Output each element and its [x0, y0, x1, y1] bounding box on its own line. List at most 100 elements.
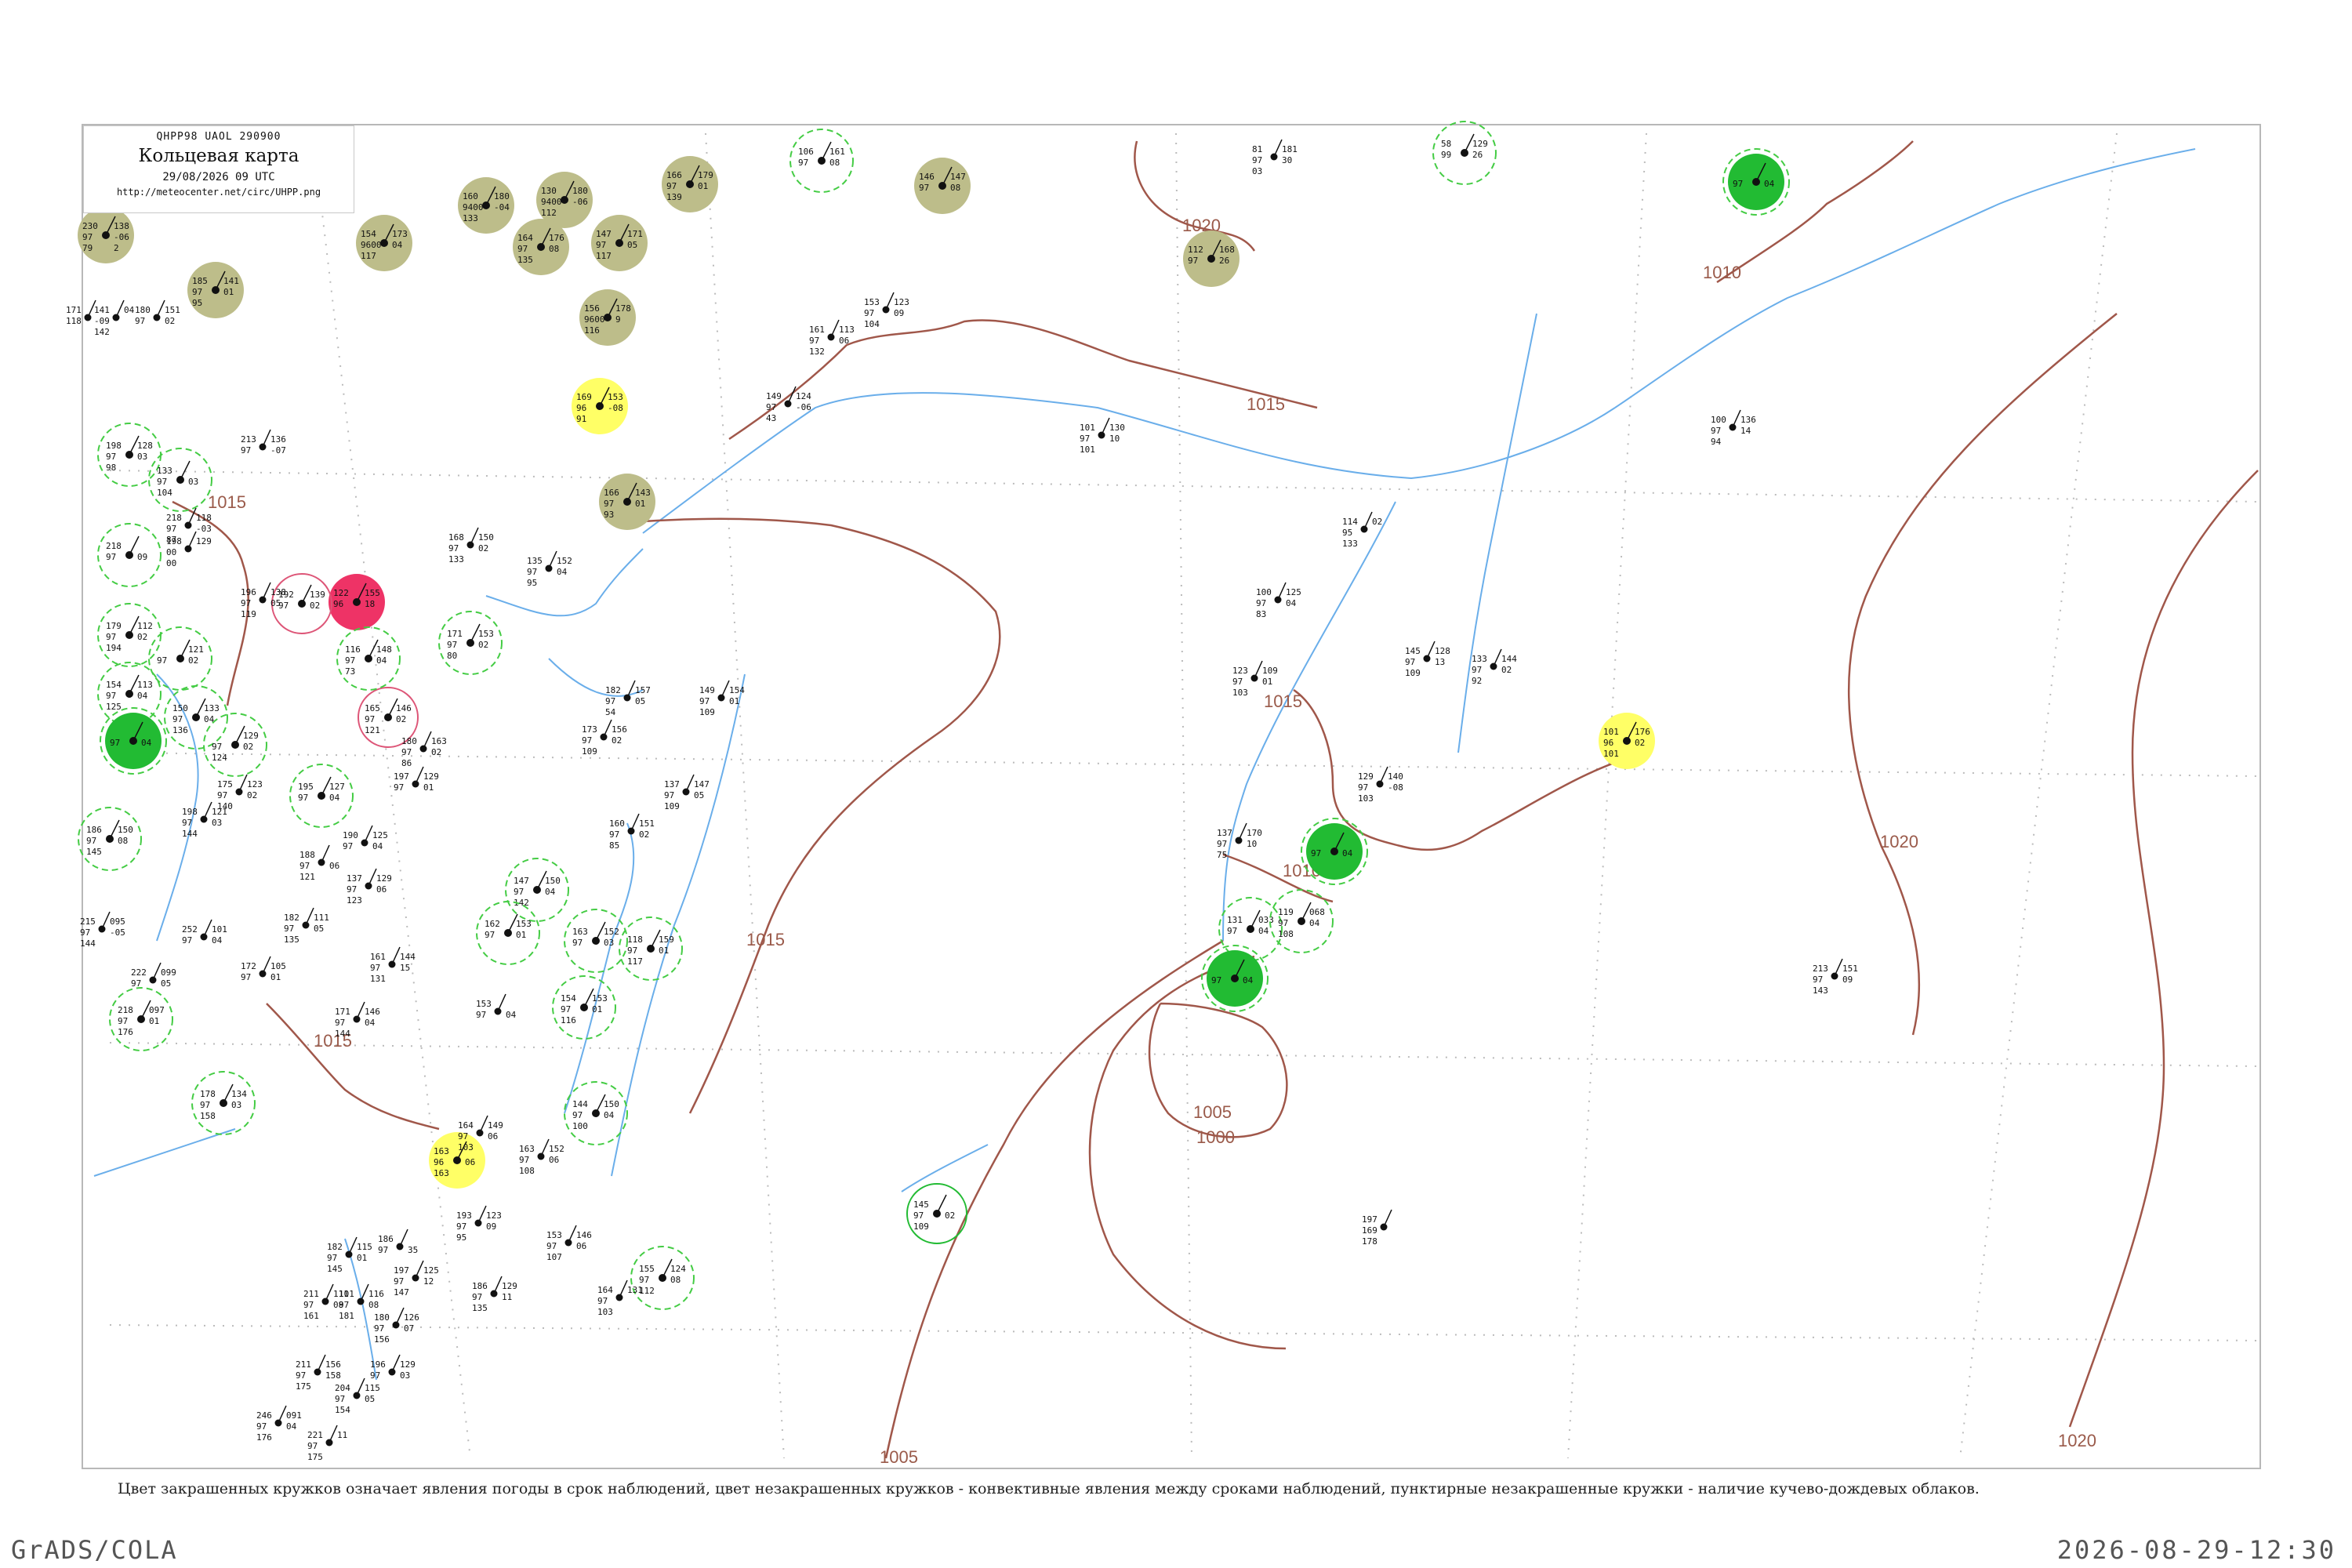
river-line	[548, 658, 644, 697]
wind-barb	[156, 299, 165, 318]
wind-barb	[1277, 582, 1287, 601]
station-value: 180	[572, 186, 588, 196]
station-value: 12	[423, 1276, 434, 1287]
station-value: 97	[106, 691, 116, 701]
station-value: 161	[809, 325, 825, 335]
station-plot: 19097 12504	[343, 825, 388, 851]
station-value: 02	[639, 829, 649, 840]
station-value: 230	[82, 221, 98, 231]
station-plot: 18097156 12607	[374, 1307, 419, 1345]
station-value: 01	[149, 1016, 159, 1026]
station-value: 101	[1080, 423, 1095, 433]
wind-barb	[321, 844, 330, 863]
wind-barb	[540, 1138, 550, 1157]
graticule-line	[109, 1324, 2259, 1341]
station-value: 112	[1188, 245, 1203, 255]
station-circle-marker: 1989798 12803	[97, 423, 162, 487]
station-value: 169	[1362, 1225, 1377, 1236]
station-value: 08	[950, 183, 960, 193]
station-value: 108	[519, 1166, 535, 1176]
station-value: 97	[200, 1100, 210, 1110]
station-value: 113	[137, 680, 153, 690]
station-value: 97	[106, 552, 116, 562]
station-circle-marker: 1669793 14301	[599, 474, 655, 530]
isobar-label: 1010	[1703, 263, 1741, 282]
wind-barb	[1732, 409, 1741, 428]
station-plot: 1359795 15204	[527, 550, 572, 588]
station-circle-marker: 2309779 138-062	[78, 207, 134, 263]
station-value: 186	[86, 825, 102, 835]
station-value: 97	[913, 1210, 924, 1221]
station-value: 121	[188, 644, 204, 655]
station-value: 133	[157, 466, 172, 476]
station-circle-marker: 13397104 03	[148, 448, 212, 512]
station-value: 144	[572, 1099, 588, 1109]
station-value: 139	[666, 192, 682, 202]
station-circle-marker: 1509713613304	[164, 685, 228, 750]
station-circle-marker: 10196101 17602	[1599, 713, 1655, 769]
wind-barb	[830, 319, 840, 338]
station-value: 171	[627, 229, 643, 239]
station-value: 01	[516, 930, 526, 940]
station-value: 97	[172, 714, 183, 724]
station-value: 109	[664, 801, 680, 811]
station-circle-marker: 1609400133 180-04	[458, 177, 514, 234]
wind-barb	[325, 1283, 334, 1302]
station-value: 176	[256, 1432, 272, 1443]
wind-barb	[356, 1377, 365, 1396]
station-value: 215	[80, 916, 96, 927]
station-value: 81	[1252, 144, 1262, 154]
river-line	[93, 1128, 236, 1177]
station-value: 180	[494, 191, 510, 201]
station-plot: 19897144 12103	[182, 801, 227, 839]
wind-barb	[203, 919, 212, 938]
station-value: 163	[434, 1146, 449, 1156]
wind-barb	[101, 911, 111, 930]
station-value: 08	[670, 1275, 681, 1285]
station-value: 179	[698, 170, 713, 180]
station-circle-marker: 12296 15518	[328, 574, 385, 630]
station-value: 97	[609, 829, 619, 840]
station-value: 144	[335, 1029, 350, 1039]
station-value: 06	[465, 1157, 475, 1167]
station-value: 97	[82, 232, 93, 242]
station-value: 196	[370, 1359, 386, 1370]
isobar-label: 1015	[1247, 394, 1285, 414]
station-value: 97	[131, 978, 141, 989]
station-value: 04	[376, 655, 387, 666]
station-value: 136	[1740, 415, 1756, 425]
isobar-label: 1005	[1193, 1102, 1232, 1122]
isobars: 1020101510151015101510151010101010051000…	[172, 140, 2259, 1467]
station-value: 03	[212, 818, 222, 828]
station-value: 97	[627, 946, 637, 956]
wind-barb	[885, 292, 895, 310]
station-value: 163	[431, 736, 447, 746]
station-value: 163	[572, 927, 588, 937]
station-value: 97	[1278, 918, 1288, 928]
station-value: 141	[94, 305, 110, 315]
station-value: 137	[347, 873, 362, 884]
station-value: 149	[488, 1120, 503, 1131]
station-circle-marker: 97 04	[100, 707, 167, 775]
station-value: 154	[361, 229, 376, 239]
station-value: 97	[182, 818, 192, 828]
station-value: 180	[135, 305, 151, 315]
station-plot: 16197132 11306	[809, 319, 855, 357]
station-value: 164	[458, 1120, 474, 1131]
station-value: 97	[394, 782, 404, 793]
station-value: 04	[141, 738, 152, 748]
station-value: 79	[82, 243, 93, 253]
station-value: 129	[400, 1359, 416, 1370]
station-value: 03	[604, 938, 614, 948]
station-value: 97	[86, 836, 96, 846]
station-value: 97	[582, 735, 592, 746]
station-plot: 17197144 14604	[335, 1001, 380, 1039]
station-value: 129	[502, 1281, 517, 1291]
station-value: 97	[476, 1010, 486, 1020]
station-value: 97	[1711, 426, 1721, 436]
station-value: 182	[284, 913, 299, 923]
station-value: 213	[1813, 964, 1828, 974]
station-value: 97	[106, 452, 116, 462]
station-value: 116	[584, 325, 600, 336]
station-value: 00	[166, 547, 176, 557]
